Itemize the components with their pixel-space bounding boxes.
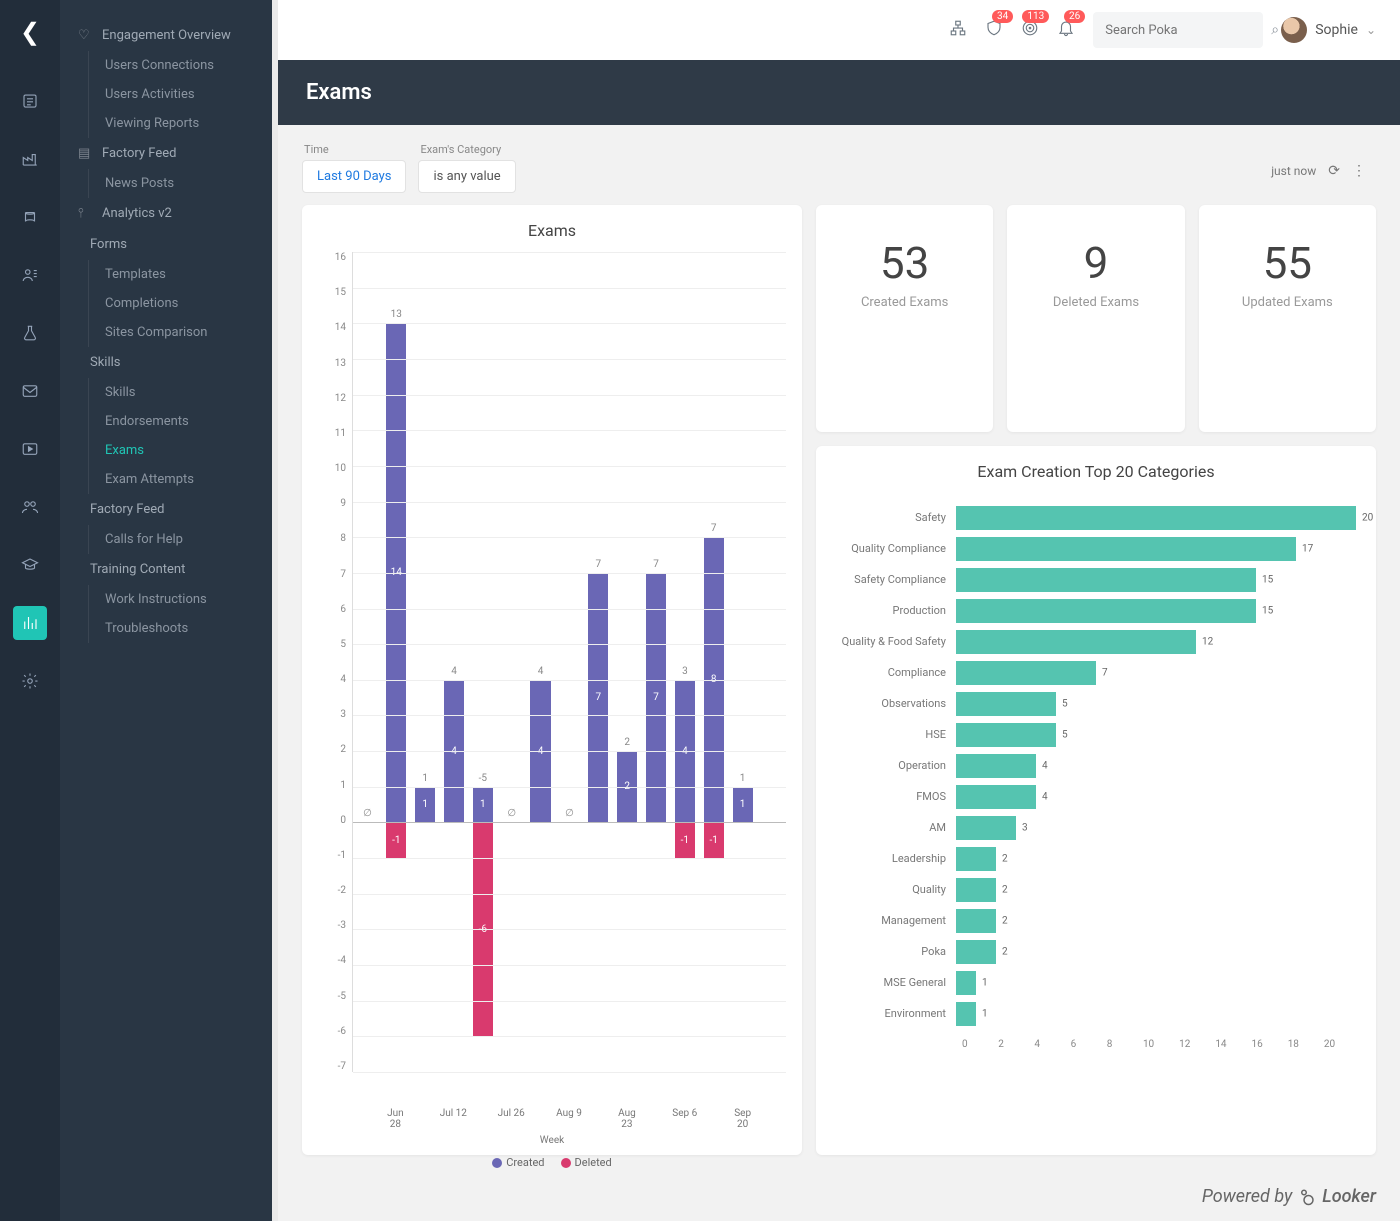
nav-settings-icon[interactable] xyxy=(13,664,47,698)
user-name: Sophie xyxy=(1315,22,1358,38)
sidebar-section-analytics[interactable]: ⫯ Analytics v2 xyxy=(60,198,272,229)
back-button[interactable]: ❮ xyxy=(20,10,40,60)
exams-legend: Created Deleted xyxy=(318,1156,786,1169)
stat-label: Deleted Exams xyxy=(1015,295,1176,310)
nav-news-icon[interactable] xyxy=(13,84,47,118)
search-box[interactable]: ⌕ xyxy=(1093,12,1263,48)
top-categories-title: Exam Creation Top 20 Categories xyxy=(832,462,1360,481)
nav-video-icon[interactable] xyxy=(13,432,47,466)
sidebar-section-label: Analytics v2 xyxy=(102,206,172,221)
exams-chart-title: Exams xyxy=(318,221,786,240)
user-menu[interactable]: Sophie ⌄ xyxy=(1281,17,1376,43)
sidebar-item-viewing-reports[interactable]: Viewing Reports xyxy=(89,109,272,138)
stats-row: 53 Created Exams 9 Deleted Exams 55 Upda… xyxy=(816,205,1376,432)
refresh-icon[interactable]: ⟳ xyxy=(1328,163,1340,179)
exams-bar-chart: 161514131211109876543210-1-2-3-4-5-6-7 ∅… xyxy=(318,252,786,1112)
sidebar-item-completions[interactable]: Completions xyxy=(89,289,272,318)
shield-badge: 34 xyxy=(992,10,1013,23)
nav-grad-icon[interactable] xyxy=(13,548,47,582)
stat-created: 53 Created Exams xyxy=(816,205,993,432)
sidebar-section-label: Factory Feed xyxy=(102,146,176,161)
sidebar-item-templates[interactable]: Templates xyxy=(89,260,272,289)
filter-time-pill[interactable]: Last 90 Days xyxy=(302,160,406,193)
sidebar-group-forms[interactable]: Forms xyxy=(60,229,272,260)
nav-analytics-icon[interactable] xyxy=(13,606,47,640)
top-categories-card: Exam Creation Top 20 Categories Safety20… xyxy=(816,446,1376,1156)
nav-flask-icon[interactable] xyxy=(13,316,47,350)
stat-value: 9 xyxy=(1015,237,1176,289)
nav-users-icon[interactable] xyxy=(13,258,47,292)
chart-icon: ⫯ xyxy=(78,206,92,221)
sidebar-group-factory-feed[interactable]: Factory Feed xyxy=(60,494,272,525)
sidebar-item-users-activities[interactable]: Users Activities xyxy=(89,80,272,109)
sidebar-section-factory-feed[interactable]: ▤ Factory Feed xyxy=(60,138,272,169)
icon-rail: ❮ xyxy=(0,0,60,1221)
filter-time-label: Time xyxy=(304,143,406,156)
heart-icon: ♡ xyxy=(78,28,92,43)
shield-icon[interactable]: 34 xyxy=(985,18,1003,42)
nav-mail-icon[interactable] xyxy=(13,374,47,408)
sidebar-section-engagement[interactable]: ♡ Engagement Overview xyxy=(60,20,272,51)
sidebar-section-label: Engagement Overview xyxy=(102,28,231,43)
sidebar-item-work-instructions[interactable]: Work Instructions xyxy=(89,585,272,614)
topbar: 34 113 26 ⌕ Sophie ⌄ xyxy=(278,0,1400,60)
powered-by: Powered by Looker xyxy=(1202,1186,1376,1207)
refresh-text: just now xyxy=(1271,164,1316,178)
page-title: Exams xyxy=(278,60,1400,125)
sidebar-item-sites-comparison[interactable]: Sites Comparison xyxy=(89,318,272,347)
org-chart-icon[interactable] xyxy=(949,18,967,42)
sidebar-group-training[interactable]: Training Content xyxy=(60,554,272,585)
stat-updated: 55 Updated Exams xyxy=(1199,205,1376,432)
bell-badge: 26 xyxy=(1064,10,1085,23)
bell-icon[interactable]: 26 xyxy=(1057,18,1075,42)
stat-value: 55 xyxy=(1207,237,1368,289)
nav-people-icon[interactable] xyxy=(13,490,47,524)
main: 34 113 26 ⌕ Sophie ⌄ Exams Time Last 90 … xyxy=(278,0,1400,1221)
radar-icon[interactable]: 113 xyxy=(1021,18,1039,42)
refresh-row: just now ⟳ ⋮ xyxy=(1271,163,1366,179)
stat-deleted: 9 Deleted Exams xyxy=(1007,205,1184,432)
feed-icon: ▤ xyxy=(78,146,92,161)
sidebar-item-news-posts[interactable]: News Posts xyxy=(89,169,272,198)
sidebar-item-endorsements[interactable]: Endorsements xyxy=(89,407,272,436)
radar-badge: 113 xyxy=(1022,10,1049,23)
xaxis-title: Week xyxy=(318,1135,786,1146)
filter-category-pill[interactable]: is any value xyxy=(418,160,515,193)
content: Time Last 90 Days Exam's Category is any… xyxy=(278,125,1400,1215)
sidebar-item-exam-attempts[interactable]: Exam Attempts xyxy=(89,465,272,494)
search-icon: ⌕ xyxy=(1271,22,1279,38)
filters: Time Last 90 Days Exam's Category is any… xyxy=(302,143,1376,193)
sidebar: ♡ Engagement Overview Users Connections … xyxy=(60,0,278,1221)
avatar xyxy=(1281,17,1307,43)
nav-skills-icon[interactable] xyxy=(13,200,47,234)
search-input[interactable] xyxy=(1105,23,1271,38)
sidebar-item-skills[interactable]: Skills xyxy=(89,378,272,407)
stat-label: Updated Exams xyxy=(1207,295,1368,310)
filter-category-label: Exam's Category xyxy=(420,143,515,156)
top-categories-chart: Safety20Quality Compliance17Safety Compl… xyxy=(832,493,1360,1039)
sidebar-item-troubleshoots[interactable]: Troubleshoots xyxy=(89,614,272,643)
sidebar-item-users-connections[interactable]: Users Connections xyxy=(89,51,272,80)
exams-chart-card: Exams 161514131211109876543210-1-2-3-4-5… xyxy=(302,205,802,1155)
stat-value: 53 xyxy=(824,237,985,289)
sidebar-item-calls-for-help[interactable]: Calls for Help xyxy=(89,525,272,554)
sidebar-item-exams[interactable]: Exams xyxy=(89,436,272,465)
nav-factory-icon[interactable] xyxy=(13,142,47,176)
sidebar-group-skills[interactable]: Skills xyxy=(60,347,272,378)
chevron-down-icon: ⌄ xyxy=(1366,23,1376,37)
stat-label: Created Exams xyxy=(824,295,985,310)
more-icon[interactable]: ⋮ xyxy=(1352,163,1366,179)
